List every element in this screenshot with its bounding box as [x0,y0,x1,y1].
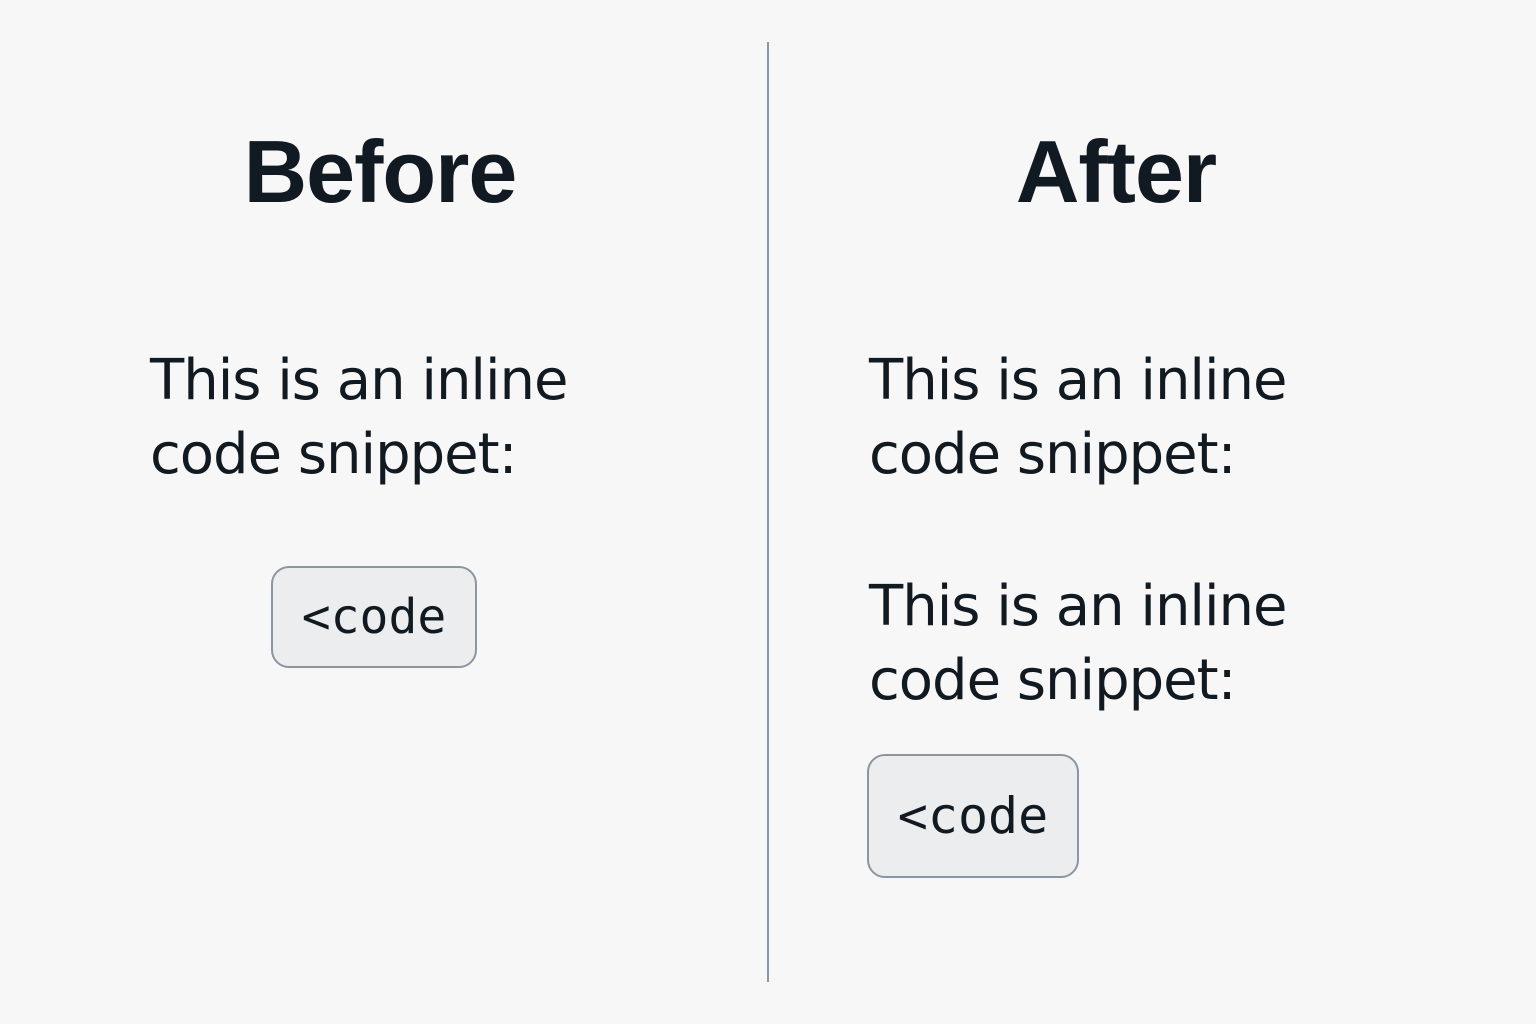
after-inline-code: <code [867,754,1079,878]
after-panel: After This is an inline code snippet: Th… [769,0,1536,1024]
after-paragraph-second-line-1: This is an inline [869,574,1288,639]
before-paragraph-line-1: This is an inline [150,348,569,413]
before-panel: Before This is an inline code snippet: <… [0,0,767,1024]
after-paragraph-second: This is an inline code snippet: [869,570,1349,718]
after-heading: After [1015,122,1217,221]
after-paragraph-first-line-2: code snippet: [869,422,1236,487]
before-inline-code: <code [271,566,477,668]
after-paragraph-second-line-2: code snippet: [869,648,1236,713]
after-paragraph-first: This is an inline code snippet: [869,344,1349,492]
before-paragraph-line-2: code snippet: [150,422,517,487]
before-heading: Before [243,122,518,221]
before-paragraph: This is an inline code snippet: [150,344,630,492]
after-paragraph-first-line-1: This is an inline [869,348,1288,413]
